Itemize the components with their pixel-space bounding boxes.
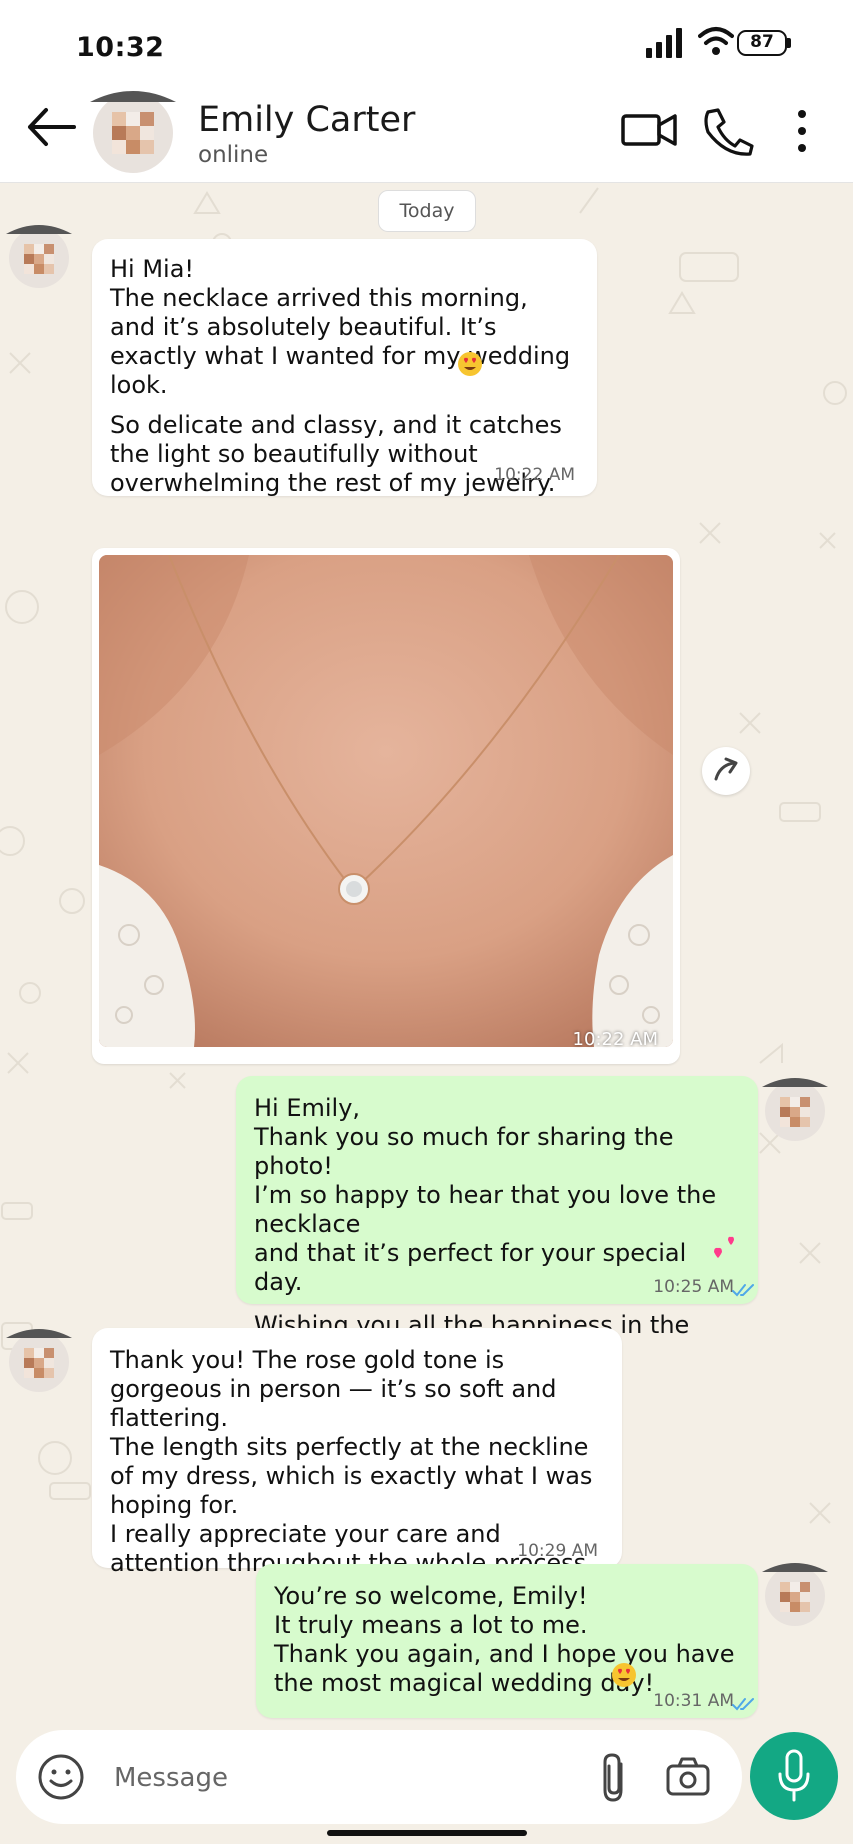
own-avatar	[762, 1563, 828, 1626]
own-avatar	[762, 1078, 828, 1141]
camera-icon[interactable]	[664, 1754, 712, 1800]
heart-eyes-emoji	[612, 1663, 636, 1687]
image-message[interactable]: 10:22 AM	[92, 548, 680, 1064]
message-bubble-outgoing[interactable]: Hi Emily, Thank you so much for sharing …	[236, 1076, 758, 1368]
phone-icon[interactable]	[700, 106, 754, 156]
emoji-icon[interactable]	[36, 1752, 86, 1802]
contact-status: online	[198, 142, 269, 168]
heart-eyes-emoji	[458, 352, 482, 376]
contact-avatar[interactable]	[90, 88, 176, 174]
home-indicator[interactable]	[327, 1830, 527, 1836]
message-timestamp: 10:25 AM	[653, 1277, 734, 1297]
battery-nub	[787, 38, 791, 48]
chat-header: Emily Carter online	[0, 82, 853, 183]
double-check-icon	[732, 1698, 754, 1711]
message-text: Hi Mia! The necklace arrived this mornin…	[110, 255, 571, 399]
contact-name[interactable]: Emily Carter	[198, 100, 415, 140]
message-text: Hi Emily, Thank you so much for sharing …	[254, 1094, 717, 1296]
status-time: 10:32	[76, 32, 165, 63]
back-arrow-icon[interactable]	[22, 102, 82, 152]
message-bubble-incoming[interactable]: Thank you! The rose gold tone is gorgeou…	[92, 1328, 622, 1577]
message-timestamp: 10:31 AM	[653, 1691, 734, 1711]
message-input[interactable]	[112, 1756, 576, 1800]
double-check-icon	[732, 1284, 754, 1297]
battery-indicator: 87	[737, 30, 787, 56]
status-bar: 10:32 87	[0, 0, 853, 82]
message-bubble-incoming[interactable]: Hi Mia! The necklace arrived this mornin…	[92, 239, 597, 497]
message-timestamp: 10:29 AM	[517, 1541, 598, 1561]
more-vert-icon[interactable]	[790, 106, 814, 156]
mic-button[interactable]	[750, 1732, 838, 1820]
signal-icon	[646, 28, 682, 58]
message-bubble-outgoing[interactable]: You’re so welcome, Emily! It truly means…	[256, 1564, 758, 1718]
necklace-photo[interactable]	[99, 555, 673, 1047]
video-call-icon[interactable]	[620, 106, 678, 152]
wifi-icon	[698, 27, 734, 55]
date-chip: Today	[378, 190, 476, 232]
mic-icon	[778, 1749, 810, 1802]
message-timestamp: 10:22 AM	[494, 465, 575, 485]
sender-avatar	[6, 225, 72, 288]
hearts-emoji	[714, 1236, 734, 1258]
message-composer	[16, 1730, 742, 1824]
sender-avatar	[6, 1329, 72, 1392]
forward-icon[interactable]	[702, 747, 750, 795]
image-timestamp: 10:22 AM	[572, 1029, 658, 1050]
attach-icon[interactable]	[594, 1750, 634, 1806]
message-text: You’re so welcome, Emily! It truly means…	[274, 1582, 735, 1697]
